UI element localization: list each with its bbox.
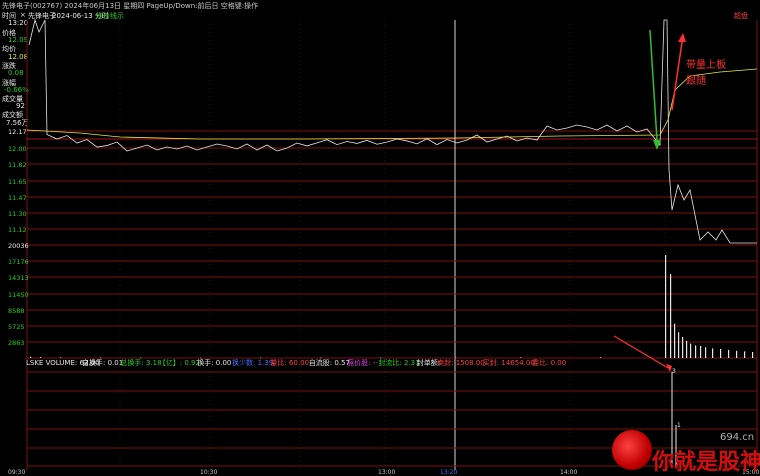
volume-bar [728, 349, 730, 358]
volume-tick-label: 2863 [8, 339, 25, 347]
time-tick-label: 13:00 [378, 469, 395, 476]
indicator-item: 换少数: 1.39 [232, 359, 274, 367]
price-axis: 12.17 12.00 11.82 11.65 11.47 11.30 11.12 20036… [8, 128, 759, 476]
watermark-text: 你就是股神 [652, 450, 760, 475]
time-tick-label: 14:00 [560, 469, 577, 476]
volume-tick-label: 17176 [8, 258, 29, 266]
volume-arrow-line [613, 335, 669, 369]
note-follow: 跟随 [686, 76, 706, 87]
volume-bar [670, 274, 672, 358]
volume-bar [665, 255, 667, 358]
indicator-item: 【亿】: 0.92 [158, 359, 200, 367]
indicator-item: 换手: 0.00 [197, 359, 232, 367]
volume-bar [674, 323, 676, 358]
indicator-item: 竞价股: -- [347, 359, 378, 367]
time-tick-label: 09:30 [8, 469, 25, 476]
price-tick-label: 12.00 [8, 145, 27, 153]
volume-tick-label: 14313 [8, 274, 29, 282]
volume-bar [600, 357, 602, 358]
volume-tick-label: 11450 [8, 291, 29, 299]
volume-bar [736, 350, 738, 358]
volume-bar [712, 348, 714, 358]
indicator-bar: LSKE VOLUME: 62.00 自换手: 0.01 总换手: 3.18 【亿】… [26, 358, 566, 368]
annotations [613, 29, 686, 372]
volume-bar [720, 349, 722, 358]
watermark-logo-icon [612, 430, 652, 470]
volume-bar [695, 345, 697, 358]
indicator-item: 封流比: 2.31 [378, 359, 420, 367]
indicator-item: 自流股: 0.57 [308, 359, 350, 367]
price-tick-label: 20036 [8, 242, 29, 250]
lower-label-2: 1 [677, 422, 681, 429]
indicator-item: 量比: 60.00 [270, 359, 310, 367]
watermark-site: 694.cn [720, 432, 755, 443]
volume-tick-label: 5725 [8, 323, 25, 331]
time-tick-label: 10:30 [200, 469, 217, 476]
price-tick-label: 12.17 [8, 128, 27, 136]
down-arrow-line [649, 29, 658, 141]
volume-bar [752, 352, 754, 358]
average-line [26, 68, 758, 140]
volume-bar [682, 337, 684, 358]
indicator-item: 卖封: 1508.00 [437, 359, 485, 367]
volume-bar [690, 343, 692, 358]
volume-bars [30, 255, 754, 359]
indicator-item: 委比: 0.00 [532, 359, 567, 367]
volume-bar [686, 340, 688, 358]
volume-tick-label: 8588 [8, 307, 25, 315]
up-arrow-line [671, 41, 683, 111]
price-tick-label: 11.82 [8, 161, 27, 169]
intraday-chart: 12.17 12.00 11.82 11.65 11.47 11.30 11.12 20036… [8, 18, 759, 476]
price-tick-label: 11.30 [8, 210, 27, 218]
volume-bar [705, 347, 707, 358]
indicator-item: 总换手: 3.18 [120, 359, 162, 367]
volume-bar [678, 332, 680, 358]
lower-label-1: 3 [672, 368, 676, 375]
volume-bar [700, 346, 702, 358]
up-arrow-head [678, 33, 686, 42]
price-tick-label: 11.65 [8, 178, 27, 186]
price-tick-label: 11.12 [8, 226, 27, 234]
price-tick-label: 11.47 [8, 194, 27, 202]
chart-grid [26, 20, 758, 470]
note-strong-limit: 带量上板 [686, 60, 726, 71]
indicator-item: 买封: 14654.00 [482, 359, 535, 367]
time-tick-label: 13:20 [440, 469, 457, 476]
volume-bar [744, 351, 746, 358]
indicator-item: 自换手: 0.01 [82, 359, 124, 367]
